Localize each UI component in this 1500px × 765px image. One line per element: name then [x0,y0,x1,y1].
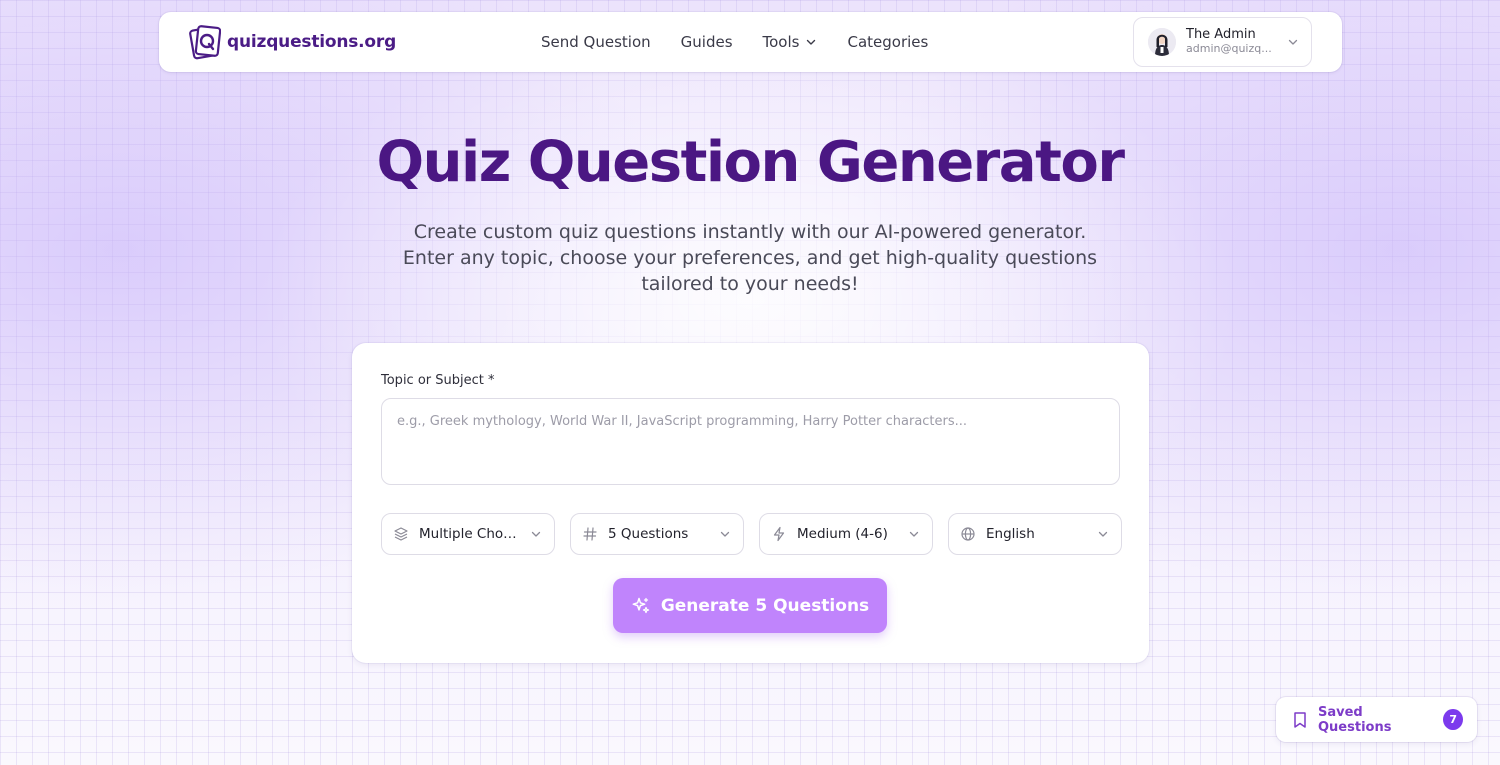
chevron-down-icon [909,531,919,537]
page-subtitle: Create custom quiz questions instantly w… [402,221,1098,295]
chevron-down-icon [1288,39,1298,45]
options-row: Multiple Choice 5 Questions Medium (4-6) [381,513,1122,555]
nav-guides[interactable]: Guides [681,33,733,51]
nav-categories[interactable]: Categories [847,33,928,51]
chevron-down-icon [720,531,730,537]
nav-send-question[interactable]: Send Question [541,33,651,51]
page-title: Quiz Question Generator [376,130,1125,195]
question-type-select[interactable]: Multiple Choice [381,513,555,555]
nav-tools-label: Tools [762,33,800,51]
generate-button[interactable]: Generate 5 Questions [613,578,887,633]
question-count-value: 5 Questions [608,526,689,542]
globe-icon [961,527,975,541]
language-select[interactable]: English [948,513,1122,555]
user-name: The Admin [1186,27,1256,43]
nav-tools[interactable]: Tools [763,33,818,51]
user-info: The Admin admin@quizq... [1186,27,1277,56]
layers-icon [394,527,408,541]
top-navbar: quizquestions.org Send Question Guides T… [159,12,1342,72]
question-type-value: Multiple Choice [419,526,520,542]
topic-label: Topic or Subject * [381,373,495,388]
user-email: admin@quizq... [1186,43,1272,56]
user-menu[interactable]: The Admin admin@quizq... [1133,17,1312,67]
saved-questions-button[interactable]: Saved Questions 7 [1276,697,1477,742]
generate-button-label: Generate 5 Questions [660,595,870,616]
chevron-down-icon [1098,531,1108,537]
site-logo[interactable]: quizquestions.org [189,24,396,60]
user-avatar-icon [1148,28,1176,56]
difficulty-value: Medium (4-6) [797,526,888,542]
logo-icon [189,25,221,60]
bookmark-icon [1294,711,1306,728]
chevron-down-icon [531,531,541,537]
saved-questions-label: Saved Questions [1318,704,1392,735]
sparkles-icon [632,597,649,613]
main-nav: Send Question Guides Tools Categories [541,12,928,72]
logo-text: quizquestions.org [227,32,397,52]
language-value: English [986,526,1035,542]
hash-icon [583,527,597,541]
saved-count-badge: 7 [1443,709,1463,730]
chevron-down-icon [807,39,816,45]
difficulty-select[interactable]: Medium (4-6) [759,513,933,555]
generator-card: Topic or Subject * Multiple Choice 5 Que… [352,343,1149,663]
bolt-icon [773,526,785,542]
topic-input[interactable] [381,398,1120,485]
question-count-select[interactable]: 5 Questions [570,513,744,555]
avatar [1148,28,1176,56]
